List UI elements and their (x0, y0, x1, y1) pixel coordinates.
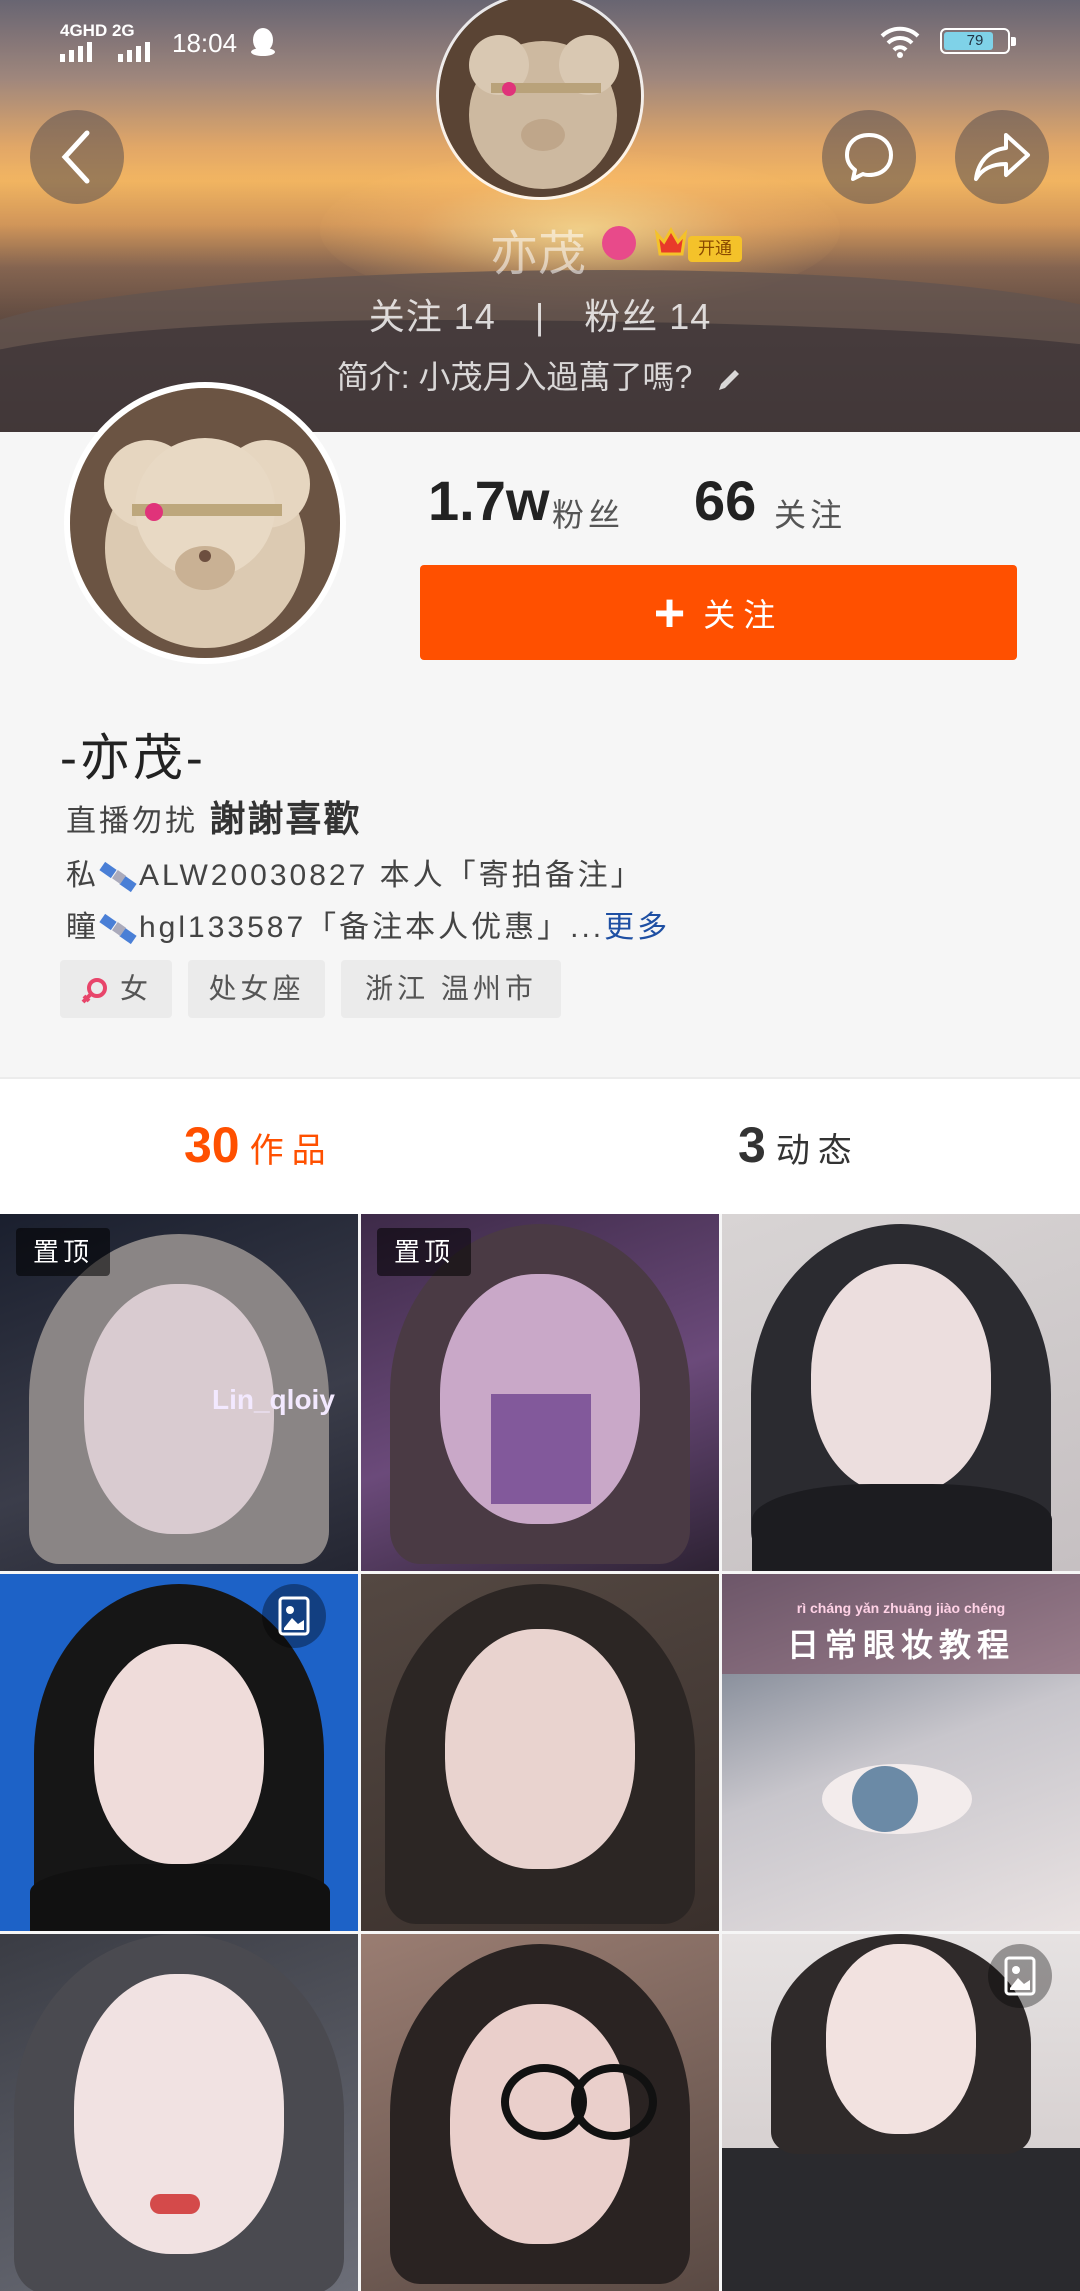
plus-icon: + (653, 582, 686, 643)
share-button[interactable] (955, 110, 1049, 204)
back-icon (61, 130, 90, 184)
network-indicator: 4GHD 2G (60, 21, 135, 40)
content-tabs (0, 1079, 1080, 1214)
vip-crown-icon (654, 227, 688, 256)
work-thumbnail[interactable]: 置顶 (361, 1214, 719, 1571)
caption-pinyin: rì cháng yǎn zhuāng jiào chéng (796, 1600, 1006, 1616)
work-thumbnail[interactable] (361, 1574, 719, 1931)
tag-zodiac[interactable]: 处女座 (188, 960, 325, 1018)
nickname: -亦茂- (60, 729, 206, 787)
header-follow-label[interactable]: 关注 (369, 296, 443, 337)
battery-icon: 79 (940, 28, 1016, 54)
work-thumbnail[interactable] (361, 1934, 719, 2291)
work-thumbnail[interactable] (722, 1214, 1080, 1571)
tag-gender[interactable]: 女 (60, 960, 172, 1018)
caption-text: 日常眼妆教程 (786, 1627, 1015, 1663)
fans-count[interactable]: 1.7w (428, 468, 549, 533)
vip-open-button[interactable]: 开通 (688, 236, 742, 262)
follow-button[interactable]: + 关注 (420, 565, 1017, 660)
share-icon (974, 133, 1030, 181)
header-stats-separator: | (534, 296, 546, 337)
qq-penguin-icon (251, 28, 275, 56)
back-button[interactable] (30, 110, 124, 204)
signal-bars-icon (60, 42, 92, 62)
verified-badge-icon (602, 226, 636, 260)
work-thumbnail[interactable]: 置顶 Lin_qloiy (0, 1214, 358, 1571)
bio-line-3: 瞳 hgl133587「备注本人优惠」...更多 (66, 911, 671, 945)
header-fans-label[interactable]: 粉丝 (584, 296, 658, 337)
tab-works[interactable]: 30 作品 (184, 1116, 334, 1174)
header-bio-prefix: 简介: (336, 359, 410, 395)
header-stats: 关注 14 | 粉丝 14 (0, 288, 1080, 340)
bio-line-1: 直播勿扰 謝謝喜歡 (66, 798, 362, 839)
work-thumbnail[interactable]: rì cháng yǎn zhuāng jiào chéng 日常眼妆教程 (722, 1574, 1080, 1931)
message-icon (845, 133, 893, 181)
bio-line-2: 私 ALW20030827 本人「寄拍备注」 (66, 859, 644, 893)
battery-level: 79 (966, 32, 984, 49)
work-thumbnail[interactable] (0, 1934, 358, 2291)
following-label[interactable]: 关注 (774, 490, 846, 536)
follow-button-label: 关注 (703, 596, 784, 633)
message-button[interactable] (822, 110, 916, 204)
pinned-badge: 置顶 (16, 1228, 110, 1276)
female-icon (81, 977, 107, 1004)
bear-avatar-image (70, 388, 340, 658)
work-thumbnail[interactable] (722, 1934, 1080, 2291)
profile-avatar[interactable] (64, 382, 346, 664)
pencil-icon[interactable] (715, 366, 743, 394)
signal-bars-icon (118, 42, 150, 62)
album-icon (988, 1944, 1052, 2008)
pinned-badge: 置顶 (377, 1228, 471, 1276)
works-grid: 置顶 Lin_qloiy 置顶 rì cháng yǎn zhuāng jiào… (0, 1214, 1080, 2291)
bio-more-link[interactable]: 更多 (604, 911, 670, 944)
fans-label[interactable]: 粉丝 (552, 490, 624, 536)
header-avatar[interactable] (436, 0, 644, 200)
satellite-icon (99, 913, 137, 945)
header-follow-count[interactable]: 14 (454, 296, 496, 337)
watermark-text: Lin_qloiy (212, 1384, 335, 1415)
work-thumbnail[interactable] (0, 1574, 358, 1931)
tag-location[interactable]: 浙江 温州市 (341, 960, 561, 1018)
following-count[interactable]: 66 (694, 468, 756, 533)
album-icon (262, 1584, 326, 1648)
tab-moments[interactable]: 3 动态 (738, 1116, 860, 1174)
header-username: 亦茂 (490, 226, 587, 282)
header-bio-text: 小茂月入過萬了嗎? (418, 359, 693, 395)
header-fans-count[interactable]: 14 (669, 296, 711, 337)
wifi-icon (880, 26, 920, 58)
clock: 18:04 (172, 28, 238, 58)
satellite-icon (99, 861, 137, 893)
